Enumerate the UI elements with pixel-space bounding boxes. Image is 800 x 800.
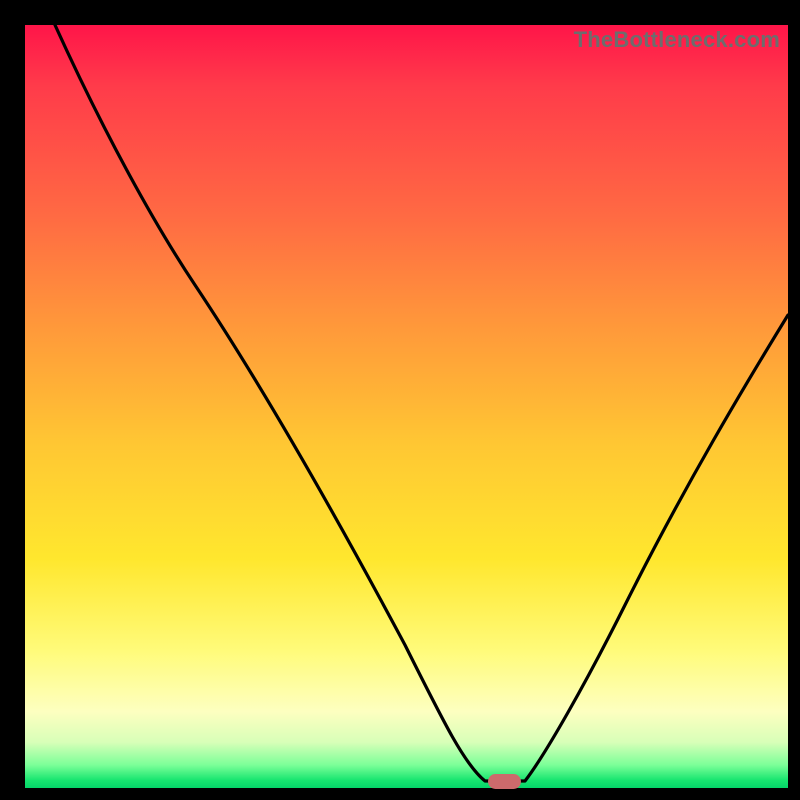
plot-area: TheBottleneck.com: [25, 25, 788, 788]
bottleneck-curve-path: [55, 25, 788, 781]
bottleneck-chart: TheBottleneck.com: [0, 0, 800, 800]
curve-svg: [25, 25, 788, 788]
optimal-marker: [488, 774, 521, 789]
